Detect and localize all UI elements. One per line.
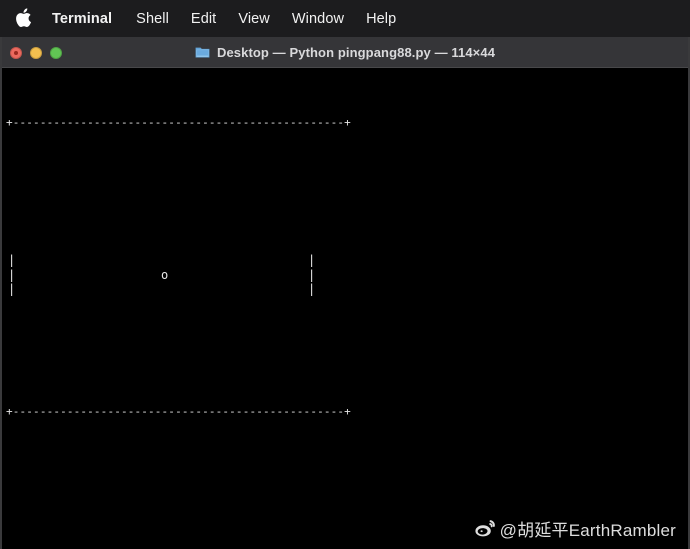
maximize-window-button[interactable]: [50, 46, 62, 59]
game-left-paddle: | | |: [8, 253, 16, 296]
terminal-content-area[interactable]: +---------------------------------------…: [2, 68, 688, 549]
window-title: Desktop — Python pingpang88.py — 114×44: [216, 45, 496, 60]
minimize-window-button[interactable]: [30, 46, 42, 59]
menu-item-help[interactable]: Help: [366, 11, 396, 27]
window-titlebar[interactable]: Desktop — Python pingpang88.py — 114×44: [2, 37, 688, 68]
game-bottom-border: +---------------------------------------…: [6, 405, 351, 418]
weibo-logo-icon: [474, 519, 496, 538]
watermark: @胡延平EarthRambler: [474, 516, 676, 541]
game-ball: o: [161, 268, 169, 282]
watermark-text: @胡延平EarthRambler: [499, 521, 676, 540]
menu-item-view[interactable]: View: [238, 11, 270, 27]
menu-item-window[interactable]: Window: [292, 11, 344, 27]
menu-item-shell[interactable]: Shell: [136, 11, 169, 27]
close-window-button[interactable]: [10, 46, 22, 59]
terminal-window: Desktop — Python pingpang88.py — 114×44 …: [0, 37, 690, 549]
game-right-paddle: | | |: [308, 253, 316, 296]
apple-logo-icon[interactable]: [14, 7, 32, 30]
window-title-group: Desktop — Python pingpang88.py — 114×44: [2, 37, 688, 68]
menu-item-terminal[interactable]: Terminal: [52, 11, 112, 27]
macos-menu-bar: Terminal Shell Edit View Window Help: [0, 0, 690, 37]
traffic-light-group: [10, 37, 62, 68]
menu-item-edit[interactable]: Edit: [191, 11, 216, 27]
folder-icon: [195, 46, 210, 59]
game-top-border: +---------------------------------------…: [6, 116, 351, 129]
